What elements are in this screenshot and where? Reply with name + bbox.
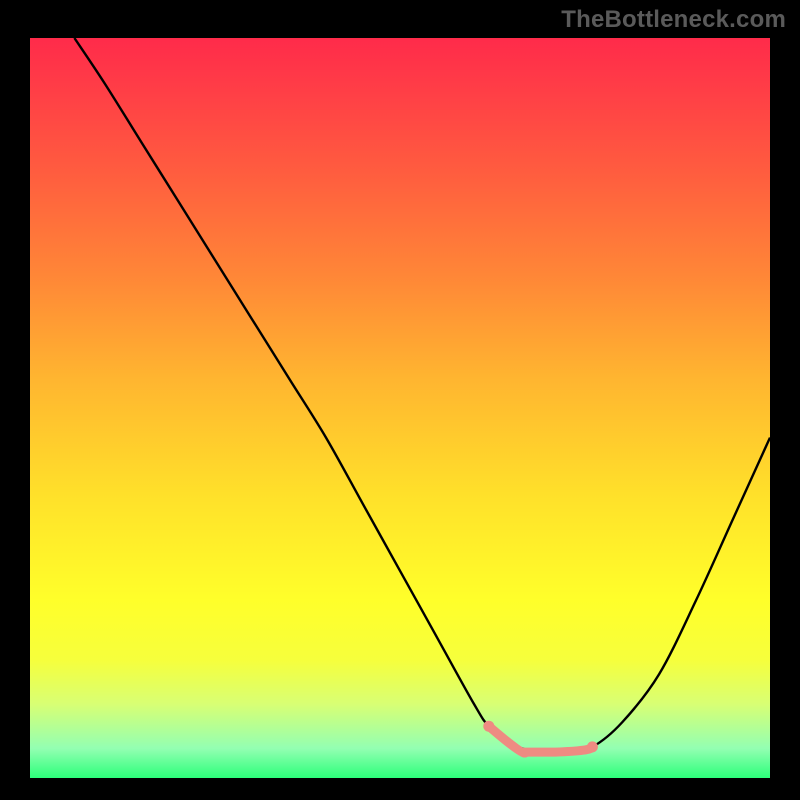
- optimal-range-end-dot: [587, 741, 598, 752]
- bottleneck-curve: [74, 38, 770, 752]
- optimal-range-line: [489, 726, 593, 753]
- chart-frame: TheBottleneck.com: [0, 0, 800, 800]
- chart-svg: [30, 38, 770, 778]
- optimal-range-start-dot: [483, 721, 494, 732]
- watermark-text: TheBottleneck.com: [561, 6, 786, 34]
- optimal-range-marker: [483, 721, 598, 753]
